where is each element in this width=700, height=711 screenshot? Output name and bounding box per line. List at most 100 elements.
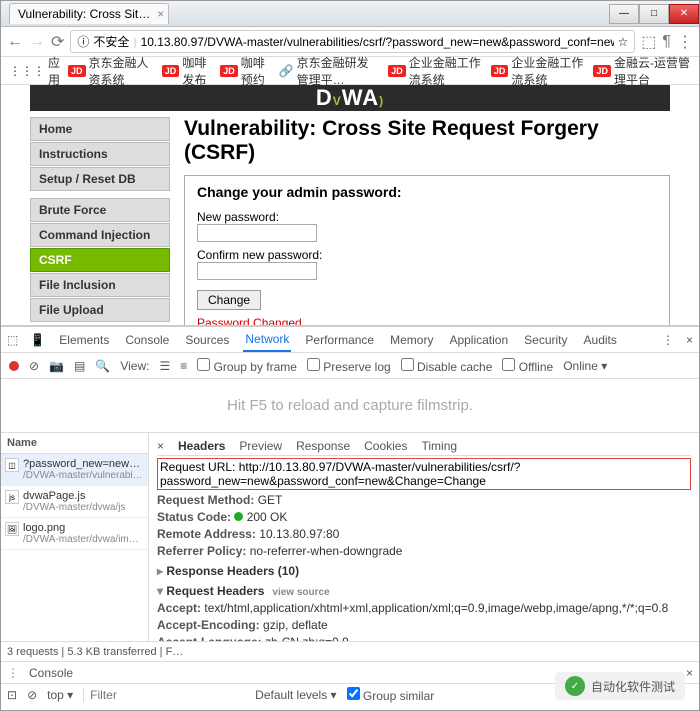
tab-performance[interactable]: Performance (303, 329, 376, 351)
subtab-response[interactable]: Response (296, 439, 350, 453)
group-similar-cb[interactable]: Group similar (347, 687, 435, 703)
wechat-icon: ✓ (565, 676, 585, 696)
tab-title: Vulnerability: Cross Sit… (18, 7, 150, 21)
forward-button[interactable]: → (29, 33, 45, 51)
nav-fileup[interactable]: File Upload (30, 298, 170, 322)
subtab-timing[interactable]: Timing (421, 439, 457, 453)
pilcrow-icon[interactable]: ¶ (662, 33, 671, 51)
tab-elements[interactable]: Elements (57, 329, 111, 351)
new-pw-label: New password: (197, 210, 279, 224)
tab-sources[interactable]: Sources (183, 329, 231, 351)
view-label: View: (120, 359, 149, 373)
maximize-button[interactable]: □ (639, 4, 669, 24)
view-small-icon[interactable]: ≡ (180, 359, 187, 373)
url-input[interactable] (141, 35, 614, 49)
filmstrip-hint: Hit F5 to reload and capture filmstrip. (1, 379, 699, 433)
response-headers-toggle[interactable]: Response Headers (10) (157, 564, 691, 578)
nav-cmdinj[interactable]: Command Injection (30, 223, 170, 247)
request-row-0[interactable]: ◫?password_new=new&pass…/DVWA-master/vul… (1, 454, 148, 486)
network-status-bar: 3 requests | 5.3 KB transferred | F… (1, 641, 699, 661)
new-pw-input[interactable] (197, 224, 317, 242)
group-frame-cb[interactable]: Group by frame (197, 358, 297, 374)
bookmark-6[interactable]: JD金融云-运营管理平台 (593, 54, 691, 88)
tab-memory[interactable]: Memory (388, 329, 435, 351)
bookmark-0[interactable]: JD京东金融人资系统 (68, 54, 154, 88)
camera-icon[interactable]: 📷 (49, 359, 64, 373)
info-icon[interactable]: ⓘ (77, 33, 89, 50)
reload-button[interactable]: ⟳ (51, 32, 64, 52)
devtools-close-icon[interactable]: × (686, 333, 693, 347)
tab-security[interactable]: Security (522, 329, 569, 351)
nav-instructions[interactable]: Instructions (30, 142, 170, 166)
page-content: DVWA) Home Instructions Setup / Reset DB… (1, 85, 699, 325)
confirm-pw-input[interactable] (197, 262, 317, 280)
back-button[interactable]: ← (7, 33, 23, 51)
csrf-panel: Change your admin password: New password… (184, 175, 670, 325)
nav-fileinc[interactable]: File Inclusion (30, 273, 170, 297)
view-large-icon[interactable]: ☰ (159, 359, 170, 373)
search-icon[interactable]: 🔍 (95, 359, 110, 373)
close-tab-icon[interactable]: × (157, 7, 164, 21)
offline-cb[interactable]: Offline (502, 358, 553, 374)
levels-select[interactable]: Default levels ▾ (255, 688, 336, 702)
js-icon: js (5, 490, 19, 504)
bookmark-5[interactable]: JD企业金融工作流系统 (491, 54, 586, 88)
console-clear-icon[interactable]: ⊘ (27, 688, 37, 702)
bookmark-1[interactable]: JD咖啡发布 (162, 54, 212, 88)
password-changed-msg: Password Changed. (197, 316, 657, 325)
online-select[interactable]: Online ▾ (563, 359, 607, 373)
panel-title: Change your admin password: (197, 184, 657, 200)
nav-csrf[interactable]: CSRF (30, 248, 170, 272)
watermark: ✓ 自动化软件测试 (555, 672, 685, 700)
console-close-icon[interactable]: × (686, 666, 693, 680)
bookmark-3[interactable]: 🔗京东金融研发管理平… (279, 54, 381, 88)
nav-home[interactable]: Home (30, 117, 170, 141)
clear-icon[interactable]: ⊘ (29, 359, 39, 373)
nav-setup[interactable]: Setup / Reset DB (30, 167, 170, 191)
minimize-button[interactable]: — (609, 4, 639, 24)
change-button[interactable]: Change (197, 290, 261, 310)
tab-audits[interactable]: Audits (582, 329, 619, 351)
record-button[interactable] (9, 361, 19, 371)
name-column-header[interactable]: Name (1, 433, 148, 454)
subtab-cookies[interactable]: Cookies (364, 439, 407, 453)
request-row-1[interactable]: jsdvwaPage.js/DVWA-master/dvwa/js (1, 486, 148, 518)
view-source-link[interactable]: view source (272, 587, 329, 598)
request-row-2[interactable]: 🖼logo.png/DVWA-master/dvwa/images (1, 518, 148, 550)
tab-network[interactable]: Network (243, 328, 291, 352)
filter-icon[interactable]: ▤ (74, 359, 85, 373)
request-url: Request URL: http://10.13.80.97/DVWA-mas… (157, 458, 691, 490)
disable-cache-cb[interactable]: Disable cache (401, 358, 493, 374)
console-label[interactable]: Console (29, 666, 73, 680)
star-icon[interactable]: ☆ (618, 35, 629, 49)
console-filter-input[interactable] (83, 688, 245, 702)
console-expand-icon[interactable]: ⊡ (7, 688, 17, 702)
bookmark-4[interactable]: JD企业金融工作流系统 (388, 54, 483, 88)
dvwa-logo: DVWA) (316, 85, 384, 111)
status-dot-icon (234, 512, 243, 521)
extension-icon[interactable]: ⬚ (641, 32, 656, 52)
tab-console[interactable]: Console (123, 329, 171, 351)
devtools-device-icon[interactable]: 📱 (30, 333, 45, 347)
subtab-headers[interactable]: Headers (178, 439, 225, 453)
subtab-preview[interactable]: Preview (239, 439, 282, 453)
bookmark-2[interactable]: JD咖啡预约 (220, 54, 270, 88)
context-select[interactable]: top ▾ (47, 688, 73, 702)
devtools-panel: ⬚ 📱 Elements Console Sources Network Per… (1, 325, 699, 705)
close-detail-icon[interactable]: × (157, 439, 164, 453)
devtools-inspect-icon[interactable]: ⬚ (7, 333, 18, 347)
address-bar[interactable]: ⓘ 不安全 | ☆ (70, 30, 635, 53)
dvwa-header: DVWA) (30, 85, 670, 111)
preserve-log-cb[interactable]: Preserve log (307, 358, 391, 374)
img-icon: 🖼 (5, 522, 19, 536)
doc-icon: ◫ (5, 458, 19, 472)
browser-tab[interactable]: Vulnerability: Cross Sit… × (9, 3, 169, 24)
insecure-label: 不安全 (93, 33, 129, 50)
menu-icon[interactable]: ⋮ (677, 32, 693, 52)
tab-application[interactable]: Application (447, 329, 510, 351)
request-headers-toggle[interactable]: Request Headersview source (157, 584, 691, 598)
nav-bruteforce[interactable]: Brute Force (30, 198, 170, 222)
apps-button[interactable]: ⋮⋮⋮ 应用 (9, 54, 60, 88)
devtools-more-icon[interactable]: ⋮ (662, 333, 674, 347)
close-window-button[interactable]: ✕ (669, 4, 699, 24)
